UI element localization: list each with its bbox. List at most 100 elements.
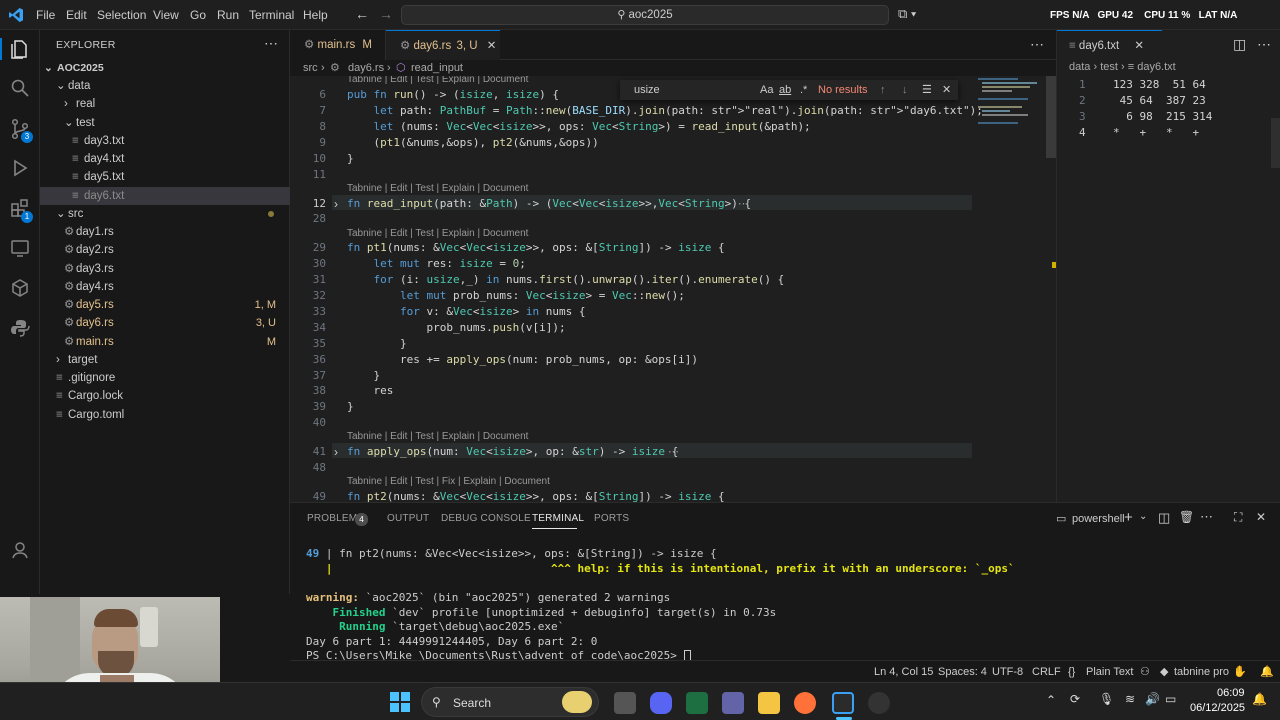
code-lens[interactable]: Tabnine | Edit | Test | Explain | Docume… — [347, 183, 528, 194]
discord-icon[interactable] — [650, 692, 672, 714]
crumb-src[interactable]: src — [303, 60, 318, 76]
maximize-panel-icon[interactable]: ⛶ — [1234, 510, 1242, 525]
split-editor-icon[interactable]: ◫ — [1233, 36, 1246, 53]
crumb-file[interactable]: day6.rs — [348, 60, 384, 76]
folded-ellipsis-icon[interactable]: ⋯ — [668, 445, 679, 458]
copilot-icon[interactable]: ⧉ ▾ — [898, 6, 916, 22]
tab-day6-txt[interactable]: ≡ day6.txt ✕ — [1057, 30, 1162, 60]
language-mode[interactable]: Plain Text — [1086, 661, 1134, 683]
clock-date[interactable]: 06/12/2025 — [1190, 702, 1245, 714]
close-icon[interactable]: ✕ — [487, 40, 497, 52]
cursor-position[interactable]: Ln 4, Col 15 — [874, 661, 933, 683]
clock-time[interactable]: 06:09 — [1217, 687, 1245, 699]
tree-item[interactable]: ⚙ day1.rs — [40, 223, 290, 241]
close-icon[interactable]: ✕ — [1134, 40, 1144, 52]
tree-item[interactable]: ≡ day5.txt — [40, 168, 290, 186]
remote-explorer-icon[interactable] — [9, 238, 31, 260]
tree-item[interactable]: ≡ day4.txt — [40, 150, 290, 168]
taskbar-search[interactable]: ⚲ Search — [421, 687, 599, 717]
tree-item[interactable]: ≡ Cargo.lock — [40, 387, 290, 405]
code-editor[interactable]: Tabnine | Edit | Test | Explain | Docume… — [290, 76, 1056, 502]
fold-chevron-icon[interactable]: › — [334, 197, 338, 211]
tree-item[interactable]: ⌄ src — [40, 205, 290, 223]
menu-run[interactable]: Run — [217, 8, 239, 22]
tree-item[interactable]: ⚙ day4.rs — [40, 278, 290, 296]
menu-view[interactable]: View — [153, 8, 179, 22]
previous-match-icon[interactable]: ↑ — [880, 80, 886, 100]
excel-icon[interactable] — [686, 692, 708, 714]
line-endings[interactable]: CRLF — [1032, 661, 1061, 683]
tree-item[interactable]: ⚙ day2.rs — [40, 241, 290, 259]
cube-icon[interactable] — [9, 278, 31, 300]
file-explorer-icon[interactable] — [758, 692, 780, 714]
match-case-toggle[interactable]: Aa — [760, 80, 773, 100]
steam-icon[interactable] — [868, 692, 890, 714]
tree-item[interactable]: ⌄ data — [40, 77, 290, 95]
indentation[interactable]: Spaces: 4 — [938, 661, 987, 683]
code-lens[interactable]: Tabnine | Edit | Test | Explain | Docume… — [347, 76, 528, 85]
encoding[interactable]: UTF-8 — [992, 661, 1023, 683]
notifications-icon[interactable]: 🔔 — [1252, 692, 1267, 706]
bell-icon[interactable]: 🔔 — [1260, 661, 1274, 683]
crumb-test[interactable]: test — [1100, 61, 1118, 73]
menu-selection[interactable]: Selection — [97, 8, 146, 22]
explorer-icon[interactable] — [9, 38, 31, 60]
next-match-icon[interactable]: ↓ — [902, 80, 908, 100]
fold-chevron-icon[interactable]: › — [334, 445, 338, 459]
tree-item[interactable]: › real — [40, 95, 290, 113]
explorer-root[interactable]: ⌄ AOC2025 — [40, 59, 290, 77]
search-icon[interactable] — [9, 78, 31, 100]
vscode-taskbar-icon[interactable] — [832, 692, 854, 714]
vscode-logo-icon[interactable] — [8, 7, 24, 23]
split-terminal-icon[interactable]: ◫ — [1158, 510, 1170, 526]
firefox-icon[interactable] — [794, 692, 816, 714]
tree-item[interactable]: ⚙ day6.rs 3, U — [40, 314, 290, 332]
tab-terminal[interactable]: TERMINAL — [532, 513, 584, 524]
trash-icon[interactable]: 🗑 — [1179, 510, 1194, 524]
menu-terminal[interactable]: Terminal — [249, 8, 294, 22]
volume-icon[interactable]: 🔊 — [1145, 692, 1160, 706]
back-arrow-icon[interactable]: ← — [355, 6, 369, 22]
find-in-selection-icon[interactable]: ☰ — [922, 80, 932, 100]
crumb-file[interactable]: day6.txt — [1137, 61, 1176, 73]
close-panel-icon[interactable]: ✕ — [1256, 510, 1266, 524]
forward-arrow-icon[interactable]: → — [379, 6, 393, 22]
tree-item[interactable]: ⚙ day5.rs 1, M — [40, 296, 290, 314]
tab-ports[interactable]: PORTS — [594, 513, 629, 524]
copilot-icon[interactable]: ⚇ — [1140, 661, 1150, 683]
code-lens[interactable]: Tabnine | Edit | Test | Explain | Docume… — [347, 431, 528, 442]
command-center[interactable]: ⚲ aoc2025 — [401, 5, 889, 25]
battery-icon[interactable]: ▭ — [1165, 692, 1176, 706]
chevron-up-icon[interactable]: ⌃ — [1046, 693, 1056, 707]
crumb-symbol[interactable]: read_input — [411, 60, 463, 76]
whole-word-toggle[interactable]: ab — [779, 80, 791, 100]
chevron-down-icon[interactable]: ⌄ — [1139, 511, 1147, 522]
minimap[interactable] — [976, 76, 1046, 136]
code-lens[interactable]: Tabnine | Edit | Test | Explain | Docume… — [347, 228, 528, 239]
tree-item[interactable]: ⌄ test — [40, 114, 290, 132]
tree-item[interactable]: ≡ day6.txt — [40, 186, 290, 205]
windows-start-icon[interactable] — [390, 692, 410, 712]
scrollbar-thumb[interactable] — [1271, 118, 1280, 168]
more-actions-icon[interactable]: ⋯ — [1257, 36, 1271, 53]
tab-output[interactable]: OUTPUT — [387, 513, 429, 524]
scrollbar-thumb[interactable] — [1046, 76, 1056, 158]
tree-item[interactable]: ⚙ day3.rs — [40, 260, 290, 278]
tree-item[interactable]: ≡ day3.txt — [40, 132, 290, 150]
regex-toggle[interactable]: .* — [800, 80, 807, 100]
tab-main-rs[interactable]: ⚙ main.rs M — [290, 30, 386, 60]
shell-name[interactable]: powershell — [1072, 513, 1125, 525]
python-icon[interactable] — [9, 318, 31, 340]
tab-debug-console[interactable]: DEBUG CONSOLE — [441, 513, 531, 524]
wifi-icon[interactable]: ≋ — [1125, 692, 1135, 706]
task-view-icon[interactable] — [614, 692, 636, 714]
run-debug-icon[interactable] — [9, 158, 31, 180]
tree-item[interactable]: ⚙ main.rs M — [40, 333, 290, 351]
crumb-data[interactable]: data — [1069, 61, 1090, 73]
tabnine-status[interactable]: tabnine pro — [1174, 661, 1229, 683]
tree-item[interactable]: › target — [40, 351, 290, 369]
find-input[interactable]: usize — [634, 80, 660, 100]
code-lens[interactable]: Tabnine | Edit | Test | Fix | Explain | … — [347, 476, 550, 487]
close-find-icon[interactable]: ✕ — [942, 80, 951, 100]
menu-help[interactable]: Help — [303, 8, 328, 22]
